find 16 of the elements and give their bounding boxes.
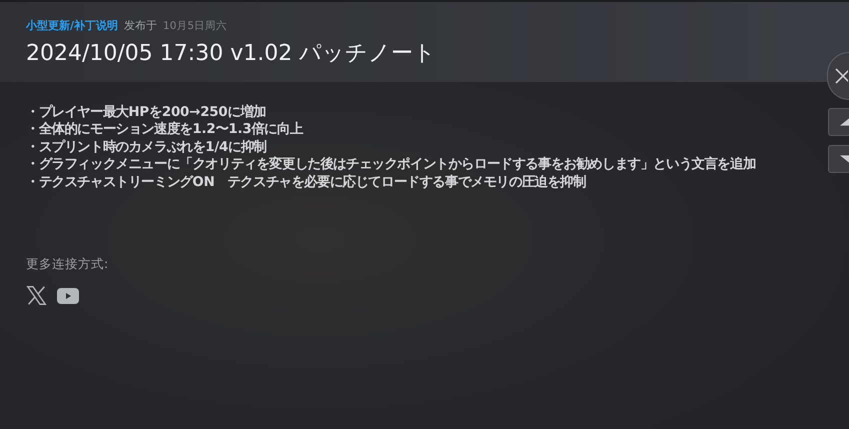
close-button[interactable]: [827, 52, 849, 100]
note-line: ・全体的にモーション速度を1.2〜1.3倍に向上: [26, 121, 303, 139]
published-label: 发布于: [124, 18, 158, 33]
note-line: ・グラフィックメニューに「クオリティを変更した後はチェックポイントからロードする事をお勧めします」という文言を追加: [26, 156, 756, 174]
note-line: ・スプリント時のカメラぶれを1/4に抑制: [26, 138, 267, 156]
video-play-icon[interactable]: [57, 288, 79, 304]
previous-button[interactable]: [828, 108, 849, 136]
category-link[interactable]: 小型更新/补丁说明: [26, 18, 118, 33]
close-icon: [834, 67, 848, 85]
x-logo-icon[interactable]: [26, 285, 47, 306]
more-links-label: 更多连接方式:: [26, 256, 110, 274]
next-button[interactable]: [828, 145, 849, 173]
note-line: ・テクスチャストリーミングON テクスチャを必要に応じてロードする事でメモリの圧迫を抑制: [26, 174, 586, 192]
publish-date: 10月5日周六: [163, 19, 228, 33]
post-title: 2024/10/05 17:30 v1.02 パッチノート: [26, 40, 438, 68]
note-line: ・プレイヤー最大HPを200→250に増加: [26, 104, 266, 121]
